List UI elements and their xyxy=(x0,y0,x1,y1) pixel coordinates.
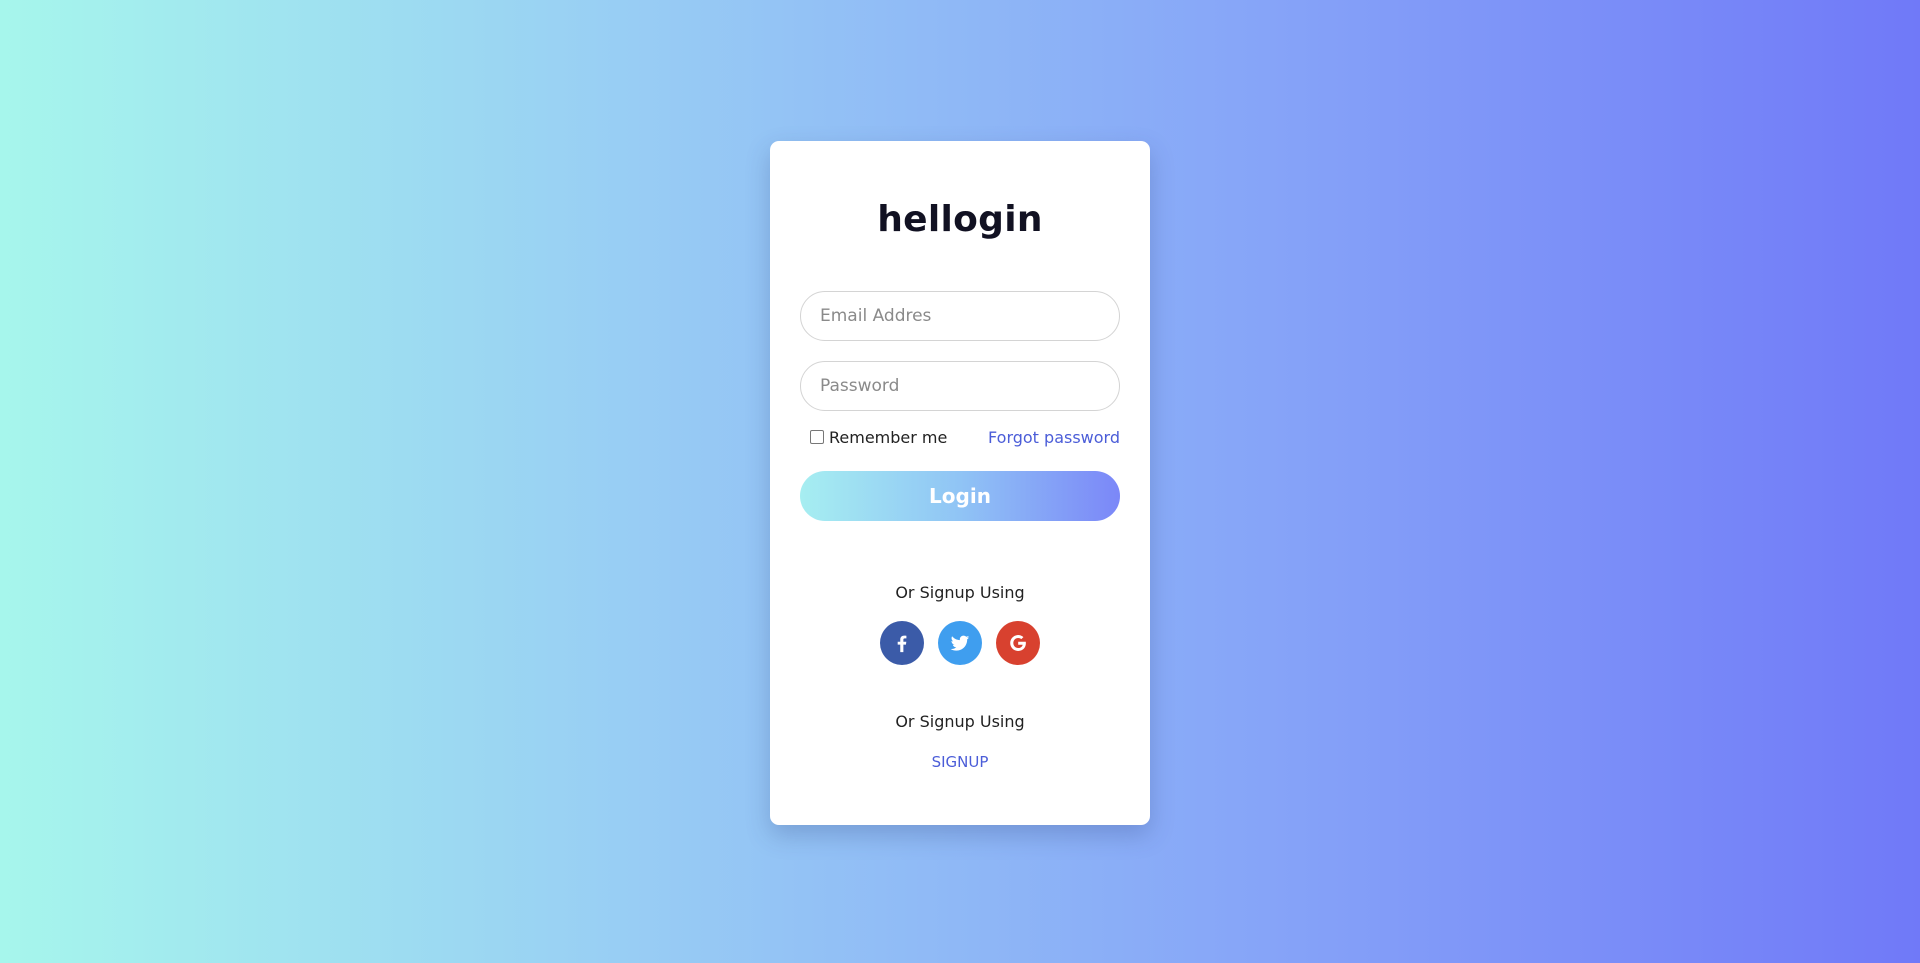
twitter-icon xyxy=(950,635,970,651)
remember-me-label[interactable]: Remember me xyxy=(829,428,947,447)
social-signup-heading: Or Signup Using xyxy=(895,583,1025,602)
remember-me-checkbox[interactable] xyxy=(810,430,824,444)
social-buttons xyxy=(770,621,1150,665)
signup-heading: Or Signup Using xyxy=(895,712,1025,731)
signup-link[interactable]: SIGNUP xyxy=(770,753,1150,771)
facebook-icon xyxy=(897,635,907,653)
login-options-row: Remember me Forgot password xyxy=(810,425,1120,449)
login-card: hellogin Remember me Forgot password Log… xyxy=(770,141,1150,825)
google-button[interactable] xyxy=(996,621,1040,665)
email-input[interactable] xyxy=(800,291,1120,341)
login-button[interactable]: Login xyxy=(800,471,1120,521)
facebook-button[interactable] xyxy=(880,621,924,665)
password-input[interactable] xyxy=(800,361,1120,411)
forgot-password-link[interactable]: Forgot password xyxy=(988,428,1120,447)
google-icon xyxy=(1010,635,1026,651)
brand-title: hellogin xyxy=(877,199,1043,240)
twitter-button[interactable] xyxy=(938,621,982,665)
